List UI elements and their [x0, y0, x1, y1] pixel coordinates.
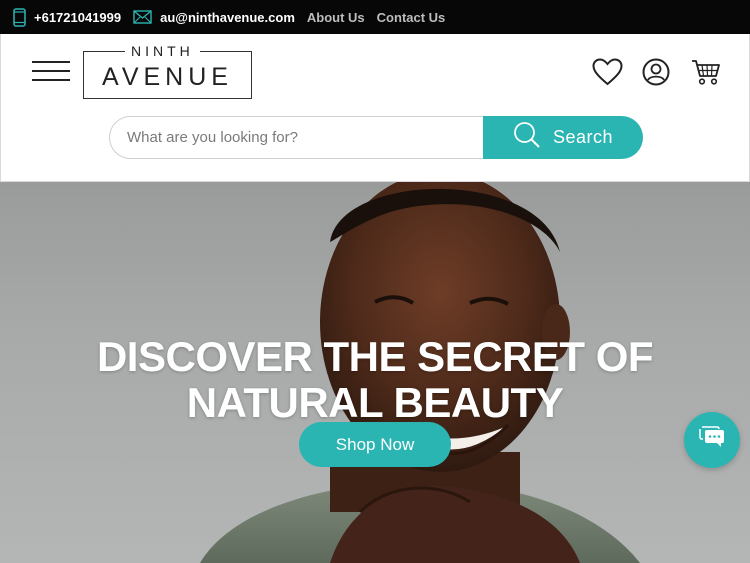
mobile-phone-icon	[13, 7, 26, 27]
menu-icon[interactable]	[32, 61, 70, 81]
heart-icon[interactable]	[592, 58, 623, 91]
phone-number: +61721041999	[34, 9, 122, 25]
cart-icon[interactable]	[691, 58, 721, 91]
contact-us-link[interactable]: Contact Us	[377, 10, 446, 25]
site-logo[interactable]: NINTH AVENUE	[83, 43, 253, 100]
email-address: au@ninthavenue.com	[160, 9, 295, 25]
site-header: NINTH AVENUE What are you looking for? S…	[0, 34, 750, 182]
hero-headline-line-1: DISCOVER THE SECRET OF	[96, 333, 654, 380]
hero-headline-line-2: NATURAL BEAUTY	[186, 379, 564, 426]
chat-button[interactable]	[684, 412, 740, 468]
search-bar: Search	[109, 116, 643, 159]
search-input[interactable]	[109, 116, 489, 159]
about-us-link[interactable]: About Us	[307, 10, 365, 25]
top-bar: +61721041999 au@ninthavenue.com About Us…	[0, 0, 750, 34]
shop-now-button[interactable]: Shop Now	[299, 422, 451, 467]
phone-contact[interactable]: +61721041999	[13, 7, 122, 27]
logo-top-text: NINTH	[125, 43, 200, 59]
logo-bottom-text: AVENUE	[102, 63, 233, 91]
user-icon[interactable]	[642, 58, 670, 91]
hero-headline: DISCOVER THE SECRET OF NATURAL BEAUTY	[0, 334, 750, 426]
envelope-icon	[133, 10, 152, 24]
email-contact[interactable]: au@ninthavenue.com	[133, 10, 295, 25]
search-icon	[513, 121, 541, 154]
search-button-label: Search	[552, 127, 614, 147]
chat-bubble-icon	[698, 425, 726, 456]
search-button[interactable]: Search	[483, 116, 643, 159]
hero-banner: DISCOVER THE SECRET OF NATURAL BEAUTY Sh…	[0, 182, 750, 563]
